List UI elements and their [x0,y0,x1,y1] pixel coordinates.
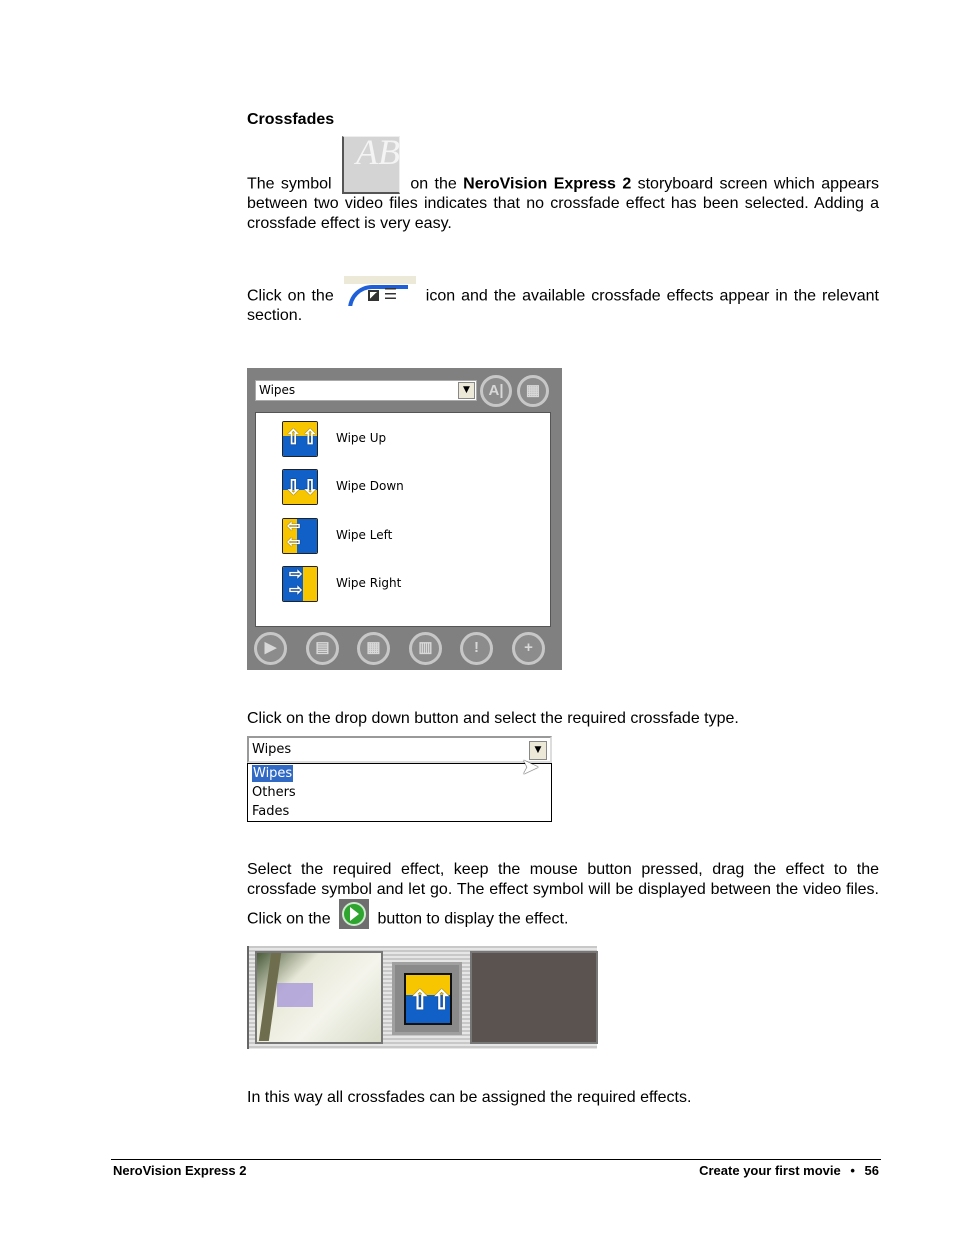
grid-down-icon: ▦ [366,639,381,656]
crossfade-type-dropdown: Wipes ▼ Wipes Others Fades ➤ [247,736,552,822]
para1-text-pre: The symbol [247,175,332,193]
footer-product: NeroVision Express 2 [113,1163,247,1178]
dropdown-current-value: Wipes [252,742,292,757]
wipe-up-icon: ⇧⇧ [404,973,452,1025]
crossfade-effects-panel: Wipes ▼ A| ▦ ⇧⇧ Wipe Up ⇩⇩ Wipe Down ⇦ ⇦… [247,368,562,670]
dropdown-instruction: Click on the drop down button and select… [247,710,739,727]
film-icon: ▤ [315,639,330,656]
wipe-left-icon: ⇦ ⇦ [282,518,318,554]
storyboard-strip: ⇧⇧ [247,946,598,1049]
grid-apply-icon: ▥ [418,639,433,656]
dropdown-option-wipes[interactable]: Wipes [252,765,294,782]
page-number: 56 [864,1163,879,1178]
text-effect-button[interactable]: A| [480,375,512,407]
apply-grid-icon: ▦ [525,382,541,399]
video-clip-1[interactable] [255,951,383,1044]
para2-text-pre: Click on the [247,287,334,305]
warning-button[interactable]: ! [460,632,493,665]
effect-label: Wipe Up [336,431,387,445]
dropdown-option-others[interactable]: Others [252,784,296,801]
preview-button[interactable]: ▶ [254,632,287,665]
wipe-down-icon: ⇩⇩ [282,469,318,505]
preview-zoom-icon: ▶ [264,639,277,656]
effect-label: Wipe Right [336,576,402,590]
dropdown-value: Wipes [259,383,296,397]
add-button[interactable]: + [512,632,545,665]
exclamation-icon: ! [474,639,479,656]
footer-bullet: • [850,1163,855,1178]
footer-divider [111,1159,881,1160]
para4-text-post: button to display the effect. [377,910,569,928]
effect-label: Wipe Down [336,479,404,493]
wipe-right-icon: ⇨ ⇨ [282,566,318,602]
dropdown-arrow-button[interactable]: ▼ [458,382,475,399]
click-icon-paragraph: Click on the ☰ icon and the available cr… [247,276,879,326]
film-button[interactable]: ▤ [306,632,339,665]
crossfade-slot[interactable]: ⇧⇧ [392,962,462,1035]
para1-text-mid: on the [410,175,457,193]
drag-instruction: Select the required effect, keep the mou… [247,860,879,929]
effect-label: Wipe Left [336,528,393,542]
section-title: Crossfades [247,111,335,128]
plus-icon: + [524,639,533,656]
effect-category-dropdown[interactable]: Wipes ▼ [255,380,477,401]
product-name: NeroVision Express 2 [463,175,632,193]
dropdown-field[interactable]: Wipes ▼ [247,736,552,763]
crossfade-tab-icon: ☰ [343,276,416,306]
grid-apply-button[interactable]: ▥ [409,632,442,665]
dropdown-option-fades[interactable]: Fades [252,803,289,820]
apply-grid-button[interactable]: ▦ [517,375,549,407]
text-effect-icon: A| [488,382,504,399]
footer-chapter-title: Create your first movie [699,1163,841,1178]
effects-list: ⇧⇧ Wipe Up ⇩⇩ Wipe Down ⇦ ⇦ Wipe Left ⇨ … [255,412,551,627]
video-clip-2[interactable] [470,951,598,1044]
footer-chapter: Create your first movie • 56 [699,1163,879,1178]
para2-text-post: icon and the available crossfade effects… [247,287,879,325]
grid-down-button[interactable]: ▦ [357,632,390,665]
no-crossfade-ab-icon: AB [342,134,400,194]
mouse-cursor-icon: ➤ [521,754,540,779]
wipe-up-icon: ⇧⇧ [282,421,318,457]
closing-paragraph: In this way all crossfades can be assign… [247,1089,692,1106]
dropdown-menu: Wipes Others Fades [247,763,552,822]
play-button-icon [339,899,370,929]
intro-paragraph: The symbol AB on the NeroVision Express … [247,134,879,233]
